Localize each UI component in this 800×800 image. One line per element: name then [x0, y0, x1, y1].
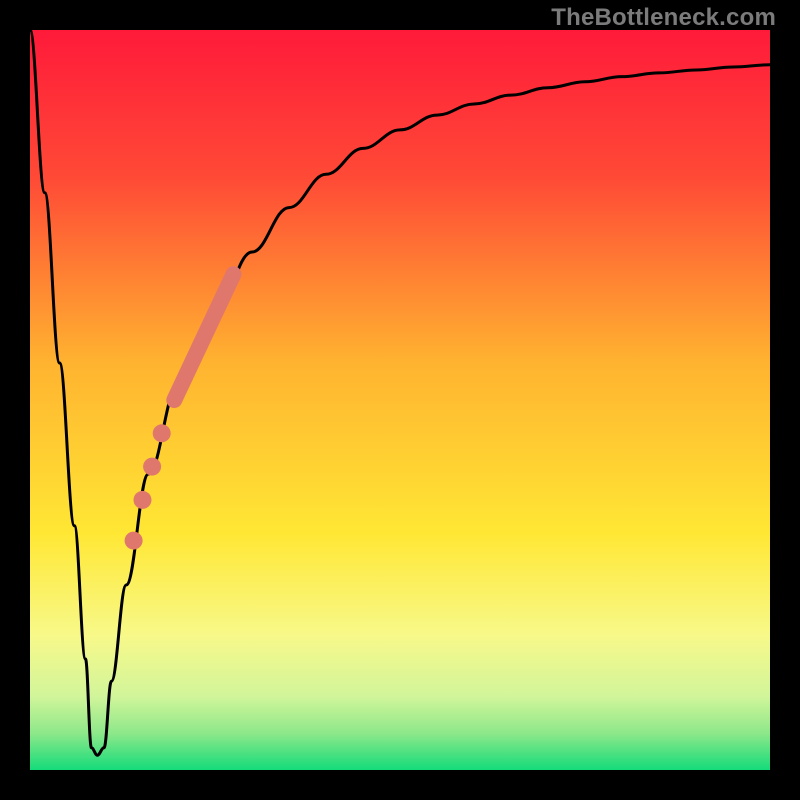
- gradient-background: [30, 30, 770, 770]
- gpu-point: [133, 491, 151, 509]
- gpu-point: [143, 458, 161, 476]
- plot-area: [30, 30, 770, 770]
- chart-frame: TheBottleneck.com: [0, 0, 800, 800]
- gpu-point: [125, 532, 143, 550]
- chart-svg: [30, 30, 770, 770]
- watermark-text: TheBottleneck.com: [551, 4, 776, 32]
- gpu-point: [153, 424, 171, 442]
